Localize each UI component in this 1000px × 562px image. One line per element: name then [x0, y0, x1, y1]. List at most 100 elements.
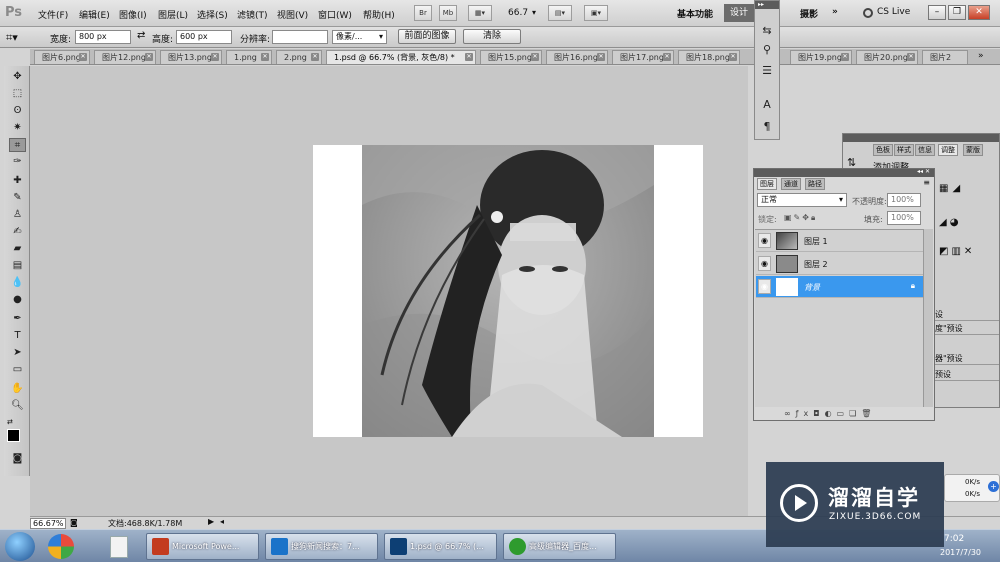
adjustment-icon[interactable]: ◐	[825, 409, 837, 418]
marquee-tool-icon[interactable]: ⬚	[9, 87, 26, 101]
tab-document[interactable]: 图片6.png ✕	[34, 50, 90, 64]
mask-icon[interactable]: ◘	[813, 409, 824, 418]
start-button[interactable]	[5, 532, 35, 561]
swap-icon[interactable]: ⇄	[137, 30, 145, 41]
clone-source-icon[interactable]: ⚲	[759, 42, 775, 58]
eraser-tool-icon[interactable]: ▰	[9, 242, 26, 256]
workspace-more[interactable]: »	[832, 7, 838, 17]
eyedropper-tool-icon[interactable]: ✑	[9, 155, 26, 169]
tab-masks[interactable]: 蒙版	[963, 144, 983, 156]
taskbar-item[interactable]: 高级编辑器_百度...	[503, 533, 616, 560]
tab-document[interactable]: 图片2	[922, 50, 968, 64]
blur-tool-icon[interactable]: 💧	[9, 276, 26, 290]
tab-document[interactable]: 图片13.png ✕	[160, 50, 222, 64]
menu-help[interactable]: 帮助(H)	[363, 8, 395, 21]
adjustment-icons-row-2[interactable]: ◢◕	[939, 217, 999, 231]
tab-document[interactable]: 图片20.png ✕	[856, 50, 918, 64]
close-icon[interactable]: ✕	[531, 53, 539, 61]
close-icon[interactable]: ✕	[597, 53, 605, 61]
close-icon[interactable]: ✕	[465, 53, 473, 61]
front-image-button[interactable]: 前面的图像	[398, 29, 456, 44]
menu-window[interactable]: 窗口(W)	[318, 8, 352, 21]
crop-tool-icon[interactable]: ⌗	[9, 138, 26, 152]
clock-time[interactable]: 7:02	[944, 534, 964, 544]
group-icon[interactable]: ▭	[837, 409, 850, 418]
foreground-color-swatch[interactable]	[7, 429, 20, 442]
tabs-overflow-icon[interactable]: »	[978, 51, 984, 61]
brush-tool-icon[interactable]: ✎	[9, 191, 26, 205]
paragraph-icon[interactable]: ¶	[759, 119, 775, 135]
document-icon[interactable]	[110, 536, 128, 558]
tab-document[interactable]: 图片12.png ✕	[94, 50, 156, 64]
quick-mask-icon[interactable]: ◙	[9, 452, 26, 466]
delete-icon[interactable]: 🗑︎	[861, 409, 876, 418]
pen-tool-icon[interactable]: ✒	[9, 312, 26, 326]
taskbar-item[interactable]: Microsoft Powe...	[146, 533, 259, 560]
menu-select[interactable]: 选择(S)	[197, 8, 228, 21]
document-info[interactable]: 文档:468.8K/1.78M	[108, 518, 182, 529]
new-layer-icon[interactable]: ❏	[849, 409, 861, 418]
zoom-field[interactable]: 66.67%	[30, 518, 66, 529]
tab-document-active[interactable]: 1.psd @ 66.7% (背景, 灰色/8) * ✕	[326, 50, 476, 64]
tab-document[interactable]: 2.png ✕	[276, 50, 322, 64]
layer-row[interactable]: ◉ 图层 1	[756, 230, 923, 252]
preset-item[interactable]: 设	[933, 309, 999, 321]
zoom-level[interactable]: 66.7	[508, 8, 528, 18]
tab-document[interactable]: 图片15.png ✕	[480, 50, 542, 64]
close-icon[interactable]: ✕	[841, 53, 849, 61]
close-icon[interactable]: ✕	[663, 53, 671, 61]
dodge-tool-icon[interactable]: ●	[9, 293, 26, 307]
eye-icon[interactable]: ◉	[758, 256, 771, 271]
eye-icon[interactable]: ◉	[758, 279, 771, 294]
fill-input[interactable]: 100%	[887, 211, 921, 225]
clear-button[interactable]: 清除	[463, 29, 521, 44]
move-tool-icon[interactable]: ✥	[9, 70, 26, 84]
taskbar-item[interactable]: 1.psd @ 66.7% (...	[384, 533, 497, 560]
clock-date[interactable]: 2017/7/30	[940, 548, 981, 557]
zoom-tool-icon[interactable]: 🔍︎	[9, 399, 26, 413]
tab-styles[interactable]: 样式	[894, 144, 914, 156]
status-icon[interactable]: ◙	[70, 518, 78, 527]
clone-stamp-tool-icon[interactable]: ♙	[9, 208, 26, 222]
preset-item[interactable]: 器"预设	[933, 353, 999, 365]
close-icon[interactable]: ✕	[261, 53, 269, 61]
menu-image[interactable]: 图像(I)	[119, 8, 147, 21]
lasso-tool-icon[interactable]: ʘ	[9, 104, 26, 118]
character-icon[interactable]: A	[759, 97, 775, 113]
tab-document[interactable]: 图片19.png ✕	[790, 50, 852, 64]
tab-layers[interactable]: 图层	[757, 178, 777, 190]
opacity-input[interactable]: 100%	[887, 193, 921, 207]
close-icon[interactable]: ✕	[311, 53, 319, 61]
preset-item[interactable]: 度"预设	[933, 323, 999, 335]
tab-document[interactable]: 图片18.png ✕	[678, 50, 740, 64]
tab-info[interactable]: 信息	[915, 144, 935, 156]
crop-tool-preset-icon[interactable]: ⌗▾	[6, 30, 36, 45]
bridge-button[interactable]: Br	[414, 5, 432, 21]
close-icon[interactable]: ✕	[907, 53, 915, 61]
resolution-input[interactable]	[272, 30, 328, 44]
tab-paths[interactable]: 路径	[805, 178, 825, 190]
magic-wand-tool-icon[interactable]: ✷	[9, 121, 26, 135]
fx-icon[interactable]: ƒx	[796, 409, 814, 418]
scroll-left-icon[interactable]: ◂	[220, 517, 224, 526]
arrange-documents-button[interactable]: ▤▾	[548, 5, 572, 21]
workspace-essentials[interactable]: 基本功能	[677, 7, 713, 20]
close-icon[interactable]: ✕	[211, 53, 219, 61]
paragraph-align-icon[interactable]: ☰	[759, 63, 775, 79]
workspace-photography[interactable]: 摄影	[800, 7, 818, 20]
adjustment-icons-row-1[interactable]: ▦◢	[939, 183, 999, 201]
close-icon[interactable]: ✕	[79, 53, 87, 61]
menu-layer[interactable]: 图层(L)	[158, 8, 188, 21]
close-icon[interactable]: ✕	[145, 53, 153, 61]
restore-button[interactable]: ❐	[948, 5, 966, 20]
chevron-down-icon[interactable]: ▾	[532, 8, 536, 17]
tab-adjustments[interactable]: 调整	[938, 144, 958, 156]
tab-channels[interactable]: 通道	[781, 178, 801, 190]
hand-tool-icon[interactable]: ✋	[9, 382, 26, 396]
layer-row[interactable]: ◉ 图层 2	[756, 253, 923, 275]
tab-document[interactable]: 图片17.png ✕	[612, 50, 674, 64]
history-brush-tool-icon[interactable]: ✍	[9, 225, 26, 239]
close-button[interactable]: ✕	[968, 5, 990, 20]
network-widget[interactable]: 0K/s 0K/s +	[944, 474, 1000, 502]
close-icon[interactable]: ✕	[729, 53, 737, 61]
